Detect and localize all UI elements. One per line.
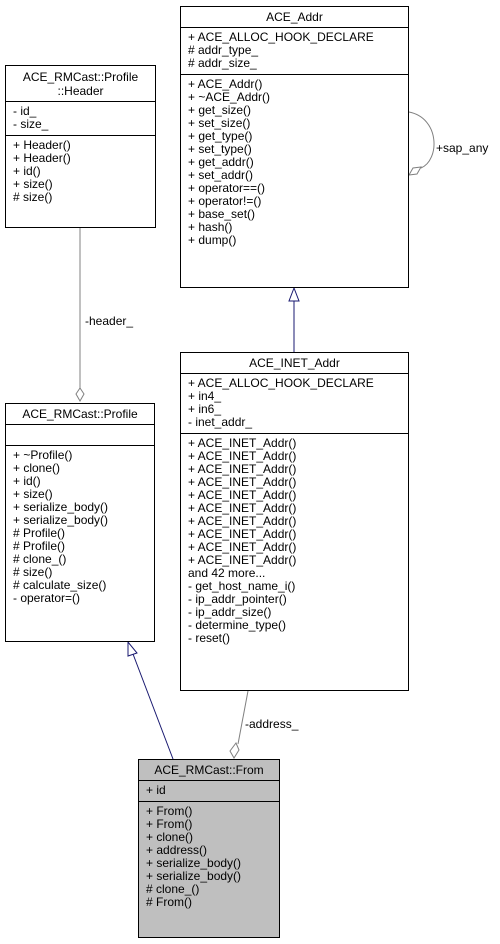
sap-any-aggregation-diamond: [408, 166, 422, 176]
attributes-compartment: - id_ - size_: [6, 102, 155, 136]
attributes-compartment: + id: [139, 781, 279, 802]
class-ace-inet-addr[interactable]: ACE_INET_Addr + ACE_ALLOC_HOOK_DECLARE + …: [180, 352, 409, 691]
class-rmcast-from[interactable]: ACE_RMCast::From + id + From() + From() + …: [138, 759, 280, 938]
attributes-compartment: + ACE_ALLOC_HOOK_DECLARE # addr_type_ # ad…: [181, 28, 408, 75]
sap-any-label: +sap_any: [436, 141, 489, 155]
class-ace-addr[interactable]: ACE_Addr + ACE_ALLOC_HOOK_DECLARE # addr_…: [180, 6, 409, 288]
member-row: # size(): [13, 190, 53, 204]
header-aggregation-diamond: [75, 387, 85, 403]
operations-compartment: + From() + From() + clone() + address() + se…: [139, 802, 279, 913]
from-inherits-profile-edge: [132, 653, 174, 760]
operations-compartment: + Header() + Header() + id() + size() # size…: [6, 136, 155, 208]
class-profile[interactable]: ACE_RMCast::Profile + ~Profile() + clone(…: [5, 403, 155, 642]
class-name-line2: ::Header: [57, 84, 104, 98]
attributes-compartment: + ACE_ALLOC_HOOK_DECLARE + in4_ + in6_ - in…: [181, 374, 408, 434]
member-row: + id: [146, 783, 166, 797]
class-name: ACE_RMCast::Profile ::Header: [6, 66, 155, 102]
operations-compartment: + ~Profile() + clone() + id() + size() + ser…: [6, 446, 154, 609]
address-label: -address_: [245, 717, 299, 731]
member-row: + dump(): [188, 233, 237, 247]
inheritance-arrowhead: [127, 640, 138, 657]
inheritance-arrowhead: [288, 286, 300, 302]
class-name: ACE_Addr: [181, 7, 408, 28]
member-row: # addr_size_: [188, 56, 257, 70]
operations-compartment: + ACE_Addr() + ~ACE_Addr() + get_size() + s…: [181, 75, 408, 251]
operations-compartment: + ACE_INET_Addr() + ACE_INET_Addr() + ACE_…: [181, 434, 408, 649]
member-row: - operator=(): [13, 591, 81, 605]
class-name: ACE_RMCast::From: [139, 760, 279, 781]
address-aggregation-diamond: [229, 742, 240, 759]
member-row: # From(): [146, 895, 192, 909]
sap-any-association-edge: [408, 111, 435, 169]
class-name-line1: ACE_RMCast::Profile: [22, 70, 139, 84]
class-profile-header[interactable]: ACE_RMCast::Profile ::Header - id_ - size…: [5, 65, 156, 228]
class-name: ACE_INET_Addr: [181, 353, 408, 374]
header-label: -header_: [85, 314, 134, 328]
class-name: ACE_RMCast::Profile: [6, 404, 154, 425]
attributes-compartment: [6, 425, 154, 446]
member-row: - reset(): [188, 631, 230, 645]
member-row: - inet_addr_: [188, 415, 253, 429]
member-row: - size_: [13, 117, 49, 131]
